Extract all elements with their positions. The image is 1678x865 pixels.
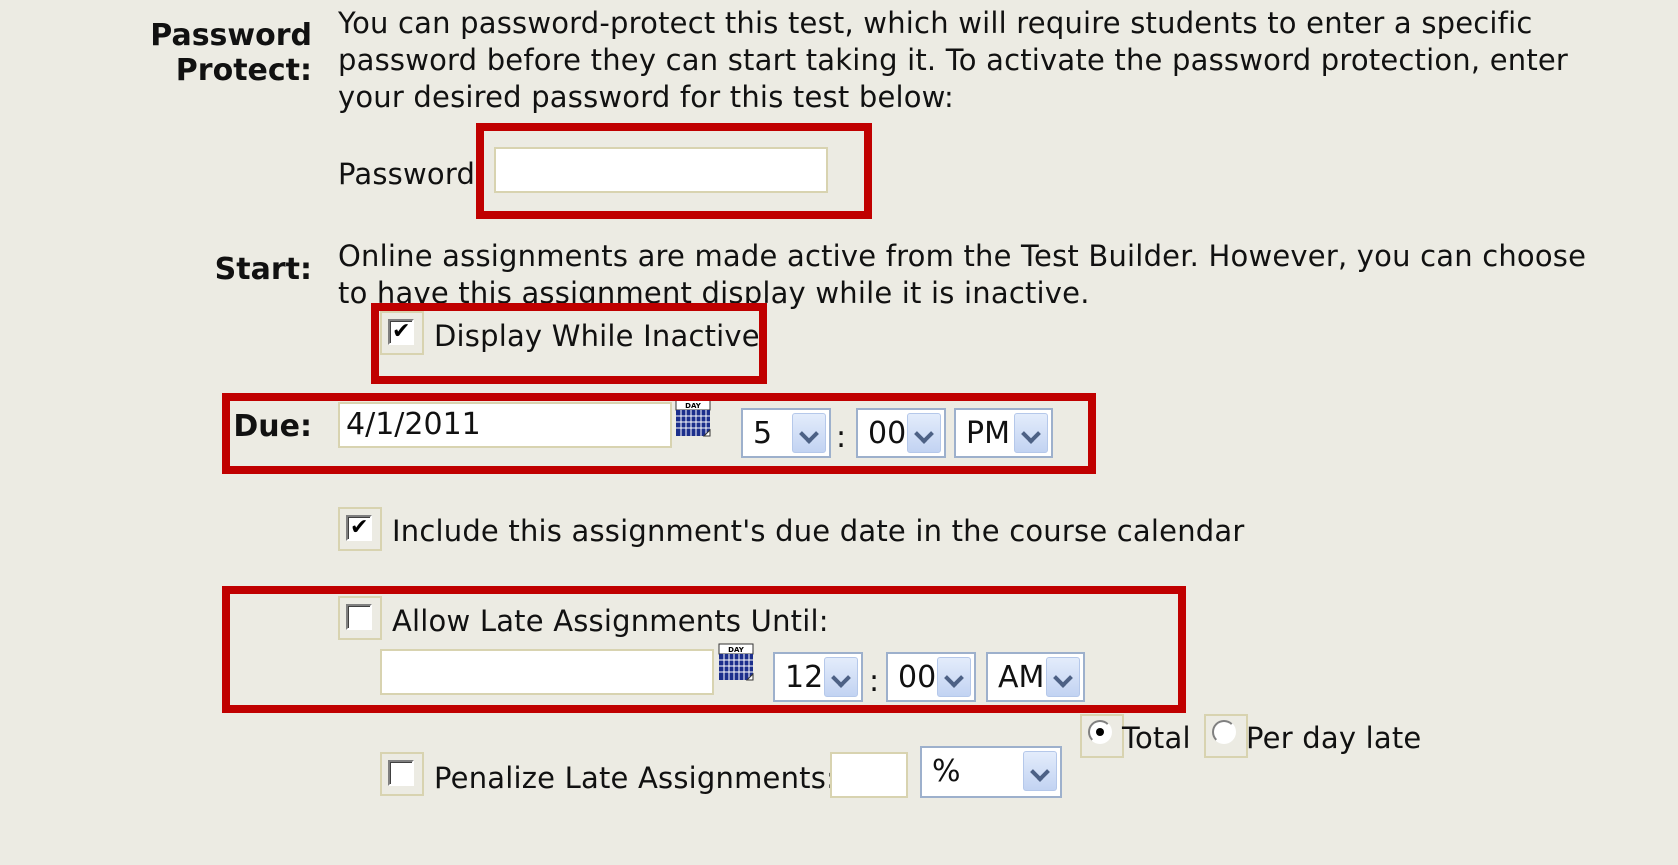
allow-late-label: Allow Late Assignments Until: (392, 604, 829, 638)
chevron-down-icon (937, 657, 971, 697)
description-line: You can password-protect this test, whic… (338, 6, 1533, 40)
calendar-icon[interactable]: DAY (717, 642, 757, 686)
description-line: password before they can start taking it… (338, 43, 1569, 77)
chevron-down-icon (907, 413, 941, 453)
due-minute-select[interactable]: 00 (856, 408, 946, 458)
penalty-unit-select[interactable]: % (920, 746, 1062, 798)
due-ampm-value: PM (966, 416, 1010, 451)
chevron-down-icon (824, 657, 858, 697)
description-line: to have this assignment display while it… (338, 276, 1090, 310)
calendar-day-text: DAY (728, 646, 745, 654)
description-line: Online assignments are made active from … (338, 239, 1587, 273)
penalize-late-checkbox[interactable] (380, 752, 424, 796)
radio-per-day-label: Per day late (1246, 721, 1422, 755)
time-colon: : (869, 664, 880, 699)
checkmark-icon: ✔ (392, 319, 411, 344)
radio-per-day-late[interactable] (1204, 714, 1248, 758)
checkmark-icon: ✔ (350, 515, 369, 540)
include-calendar-checkbox[interactable]: ✔ (338, 507, 382, 551)
late-minute-value: 00 (898, 660, 937, 695)
due-date-input[interactable]: 4/1/2011 (338, 402, 672, 448)
calendar-day-text: DAY (685, 402, 702, 410)
start-description: Online assignments are made active from … (338, 238, 1668, 312)
description-line: your desired password for this test belo… (338, 80, 954, 114)
start-label: Start: (214, 252, 312, 287)
chevron-down-icon (1023, 751, 1057, 791)
late-date-input[interactable] (380, 649, 714, 695)
late-ampm-value: AM (998, 660, 1045, 695)
radio-total[interactable] (1080, 714, 1124, 758)
due-ampm-select[interactable]: PM (954, 408, 1053, 458)
time-colon: : (836, 420, 847, 455)
radio-total-label: Total (1122, 721, 1191, 755)
radio-selected-dot (1096, 728, 1104, 736)
include-calendar-label: Include this assignment's due date in th… (392, 514, 1245, 548)
penalize-late-label: Penalize Late Assignments: (434, 761, 837, 795)
due-label: Due: (233, 409, 312, 444)
late-hour-select[interactable]: 12 (773, 652, 863, 702)
chevron-down-icon (1046, 657, 1080, 697)
password-protect-description: You can password-protect this test, whic… (338, 5, 1668, 116)
password-label: Password: (338, 157, 486, 191)
allow-late-checkbox[interactable] (338, 596, 382, 640)
due-minute-value: 00 (868, 416, 907, 451)
due-hour-value: 5 (753, 416, 773, 451)
chevron-down-icon (1014, 413, 1048, 453)
late-hour-value: 12 (785, 660, 824, 695)
late-ampm-select[interactable]: AM (986, 652, 1085, 702)
display-inactive-checkbox[interactable]: ✔ (380, 311, 424, 355)
penalty-unit-value: % (932, 754, 961, 789)
display-inactive-label: Display While Inactive (434, 319, 760, 353)
penalty-amount-input[interactable] (830, 752, 908, 798)
password-protect-label: Password Protect: (150, 18, 312, 88)
password-input[interactable] (494, 147, 828, 193)
due-hour-select[interactable]: 5 (741, 408, 831, 458)
calendar-icon[interactable]: DAY (674, 398, 714, 442)
late-minute-select[interactable]: 00 (886, 652, 976, 702)
chevron-down-icon (792, 413, 826, 453)
